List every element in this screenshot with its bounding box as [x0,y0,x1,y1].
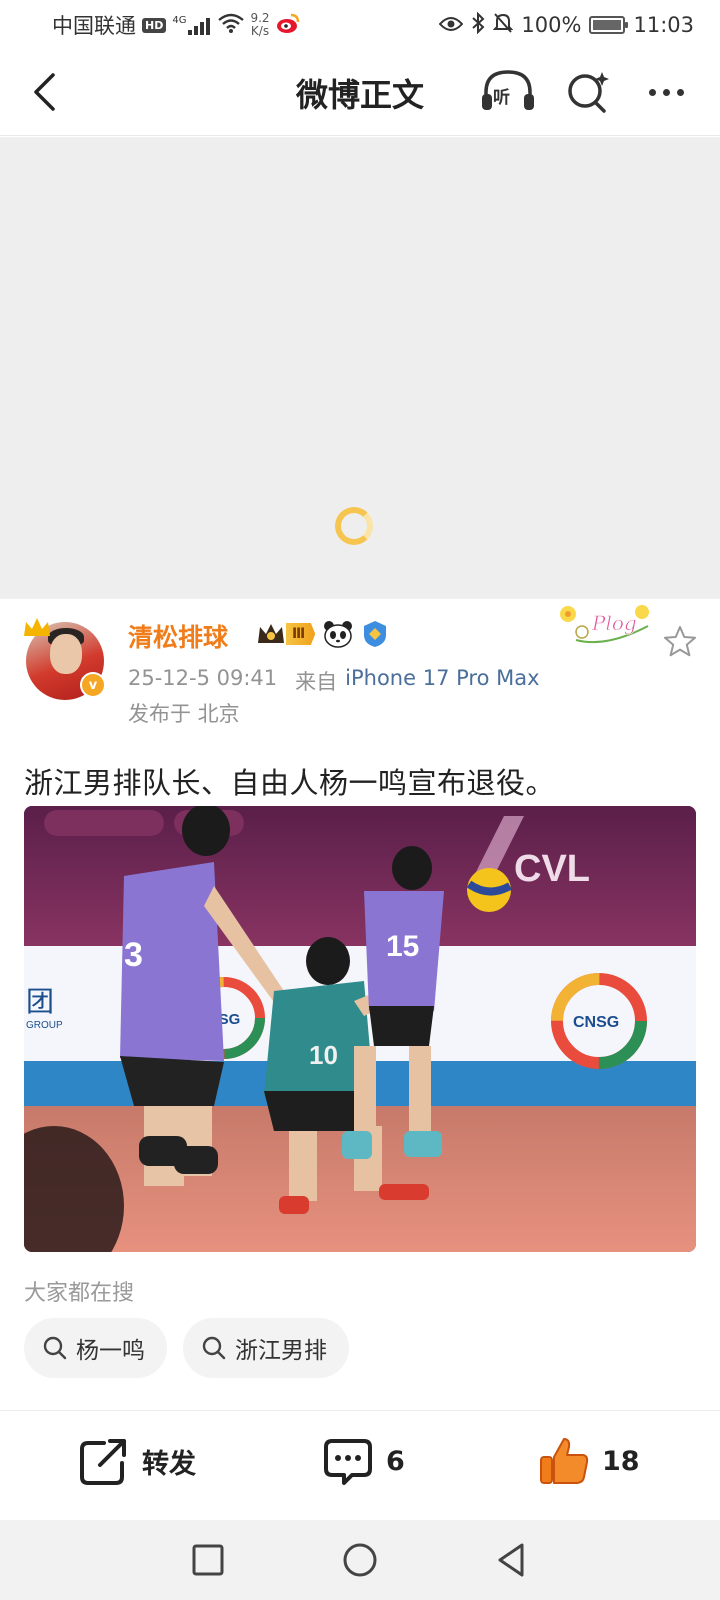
search-chip[interactable]: 杨一鸣 [24,1318,167,1378]
hd-badge: HD [142,17,167,33]
action-bar: 转发 6 18 [0,1410,720,1520]
search-button[interactable] [564,68,612,116]
search-chip-label: 浙江男排 [235,1338,327,1364]
battery-fill [593,20,622,30]
crown-icon [24,618,50,636]
mute-bell-icon [493,12,514,39]
user-badges: Ⅲ [256,620,389,648]
recent-apps-square-icon[interactable] [188,1540,228,1580]
system-nav-bar [0,1520,720,1600]
jersey-number-right: 15 [386,930,419,963]
wifi-icon [218,13,245,38]
back-triangle-icon[interactable] [492,1540,532,1580]
cvl-logo-text: CVL [514,848,590,890]
vip-level: Ⅲ [286,623,316,645]
status-bar: 中国联通 HD 4G 9.2 K/s 100% 11:03 [0,0,720,50]
post-text: 浙江男排队长、自由人杨一鸣宣布退役。 [24,766,556,800]
more-dot [662,88,670,96]
plog-sticker-icon[interactable]: Plog [556,600,656,650]
battery-icon [589,16,629,34]
sign-group-en: GROUP [26,1020,63,1031]
blue-verified-icon[interactable] [361,620,389,648]
vip-crown-icon [258,624,284,643]
search-chip[interactable]: 浙江男排 [183,1318,349,1378]
repost-label: 转发 [142,1448,196,1480]
search-chip-label: 杨一鸣 [76,1338,145,1364]
page-title: 微博正文 [295,75,424,114]
volleyball-photo: CVL 团 GROUP CNSG CNSG [24,806,696,1252]
weibo-notification-icon [276,12,300,39]
favorite-star-icon[interactable] [662,624,698,660]
post-source: 来自 iPhone 17 Pro Max [295,666,539,696]
more-dot [648,88,656,96]
vip-badge[interactable]: Ⅲ [256,621,316,647]
panda-icon[interactable] [323,620,353,648]
eye-icon [439,13,464,37]
cnsg-text-right: CNSG [573,1014,619,1031]
signal-type: 4G [172,15,187,26]
more-dot [676,88,684,96]
plog-sticker-text: Plog [591,611,637,635]
loading-spinner [335,507,373,545]
like-button[interactable]: 18 [538,1435,640,1487]
post-timestamp: 25-12-5 09:41 [128,666,278,690]
repost-button[interactable]: 转发 [78,1435,196,1487]
post-location: 发布于 北京 [128,702,240,726]
source-prefix: 来自 [295,670,338,694]
comment-button[interactable]: 6 [322,1435,405,1487]
trending-search-label: 大家都在搜 [24,1281,135,1306]
post-meta: 25-12-5 09:41 来自 iPhone 17 Pro Max [128,666,540,696]
post-image[interactable]: CVL 团 GROUP CNSG CNSG [24,806,696,1252]
net-speed-unit: K/s [250,24,270,38]
listen-button[interactable]: 听 [480,66,536,116]
sign-group-cn: 团 [26,986,54,1017]
back-button[interactable] [24,70,64,114]
listen-label: 听 [493,88,510,108]
net-speed: 9.2 K/s [250,12,269,38]
battery-percent: 100% [521,13,582,37]
comment-icon [324,1439,372,1485]
username[interactable]: 清松排球 [128,618,228,654]
signal-icon: 4G [172,15,212,35]
search-sparkle-icon [568,72,609,113]
home-circle-icon[interactable] [340,1540,380,1580]
chevron-left-icon [34,73,55,111]
search-icon [43,1336,67,1360]
carrier-name: 中国联通 [52,14,136,38]
like-count: 18 [602,1445,640,1477]
status-left: 中国联通 HD 4G 9.2 K/s [52,10,300,40]
jersey-number-left: 3 [124,936,143,974]
clock: 11:03 [633,13,694,37]
more-button[interactable] [642,72,690,112]
source-device-link[interactable]: iPhone 17 Pro Max [345,666,539,696]
status-right: 100% 11:03 [439,11,694,39]
avatar[interactable]: v [22,616,106,700]
search-icon [202,1336,226,1360]
verified-badge-icon: v [80,672,106,698]
thumbs-up-icon [540,1438,589,1484]
title-bar: 微博正文 听 [0,50,720,136]
trending-search-chips: 杨一鸣 浙江男排 [24,1318,349,1378]
net-speed-value: 9.2 [250,11,270,25]
comment-count: 6 [386,1445,405,1477]
avatar-face [50,634,82,674]
share-icon [80,1439,126,1485]
bluetooth-icon [471,11,485,39]
jersey-number-middle: 10 [309,1040,338,1070]
